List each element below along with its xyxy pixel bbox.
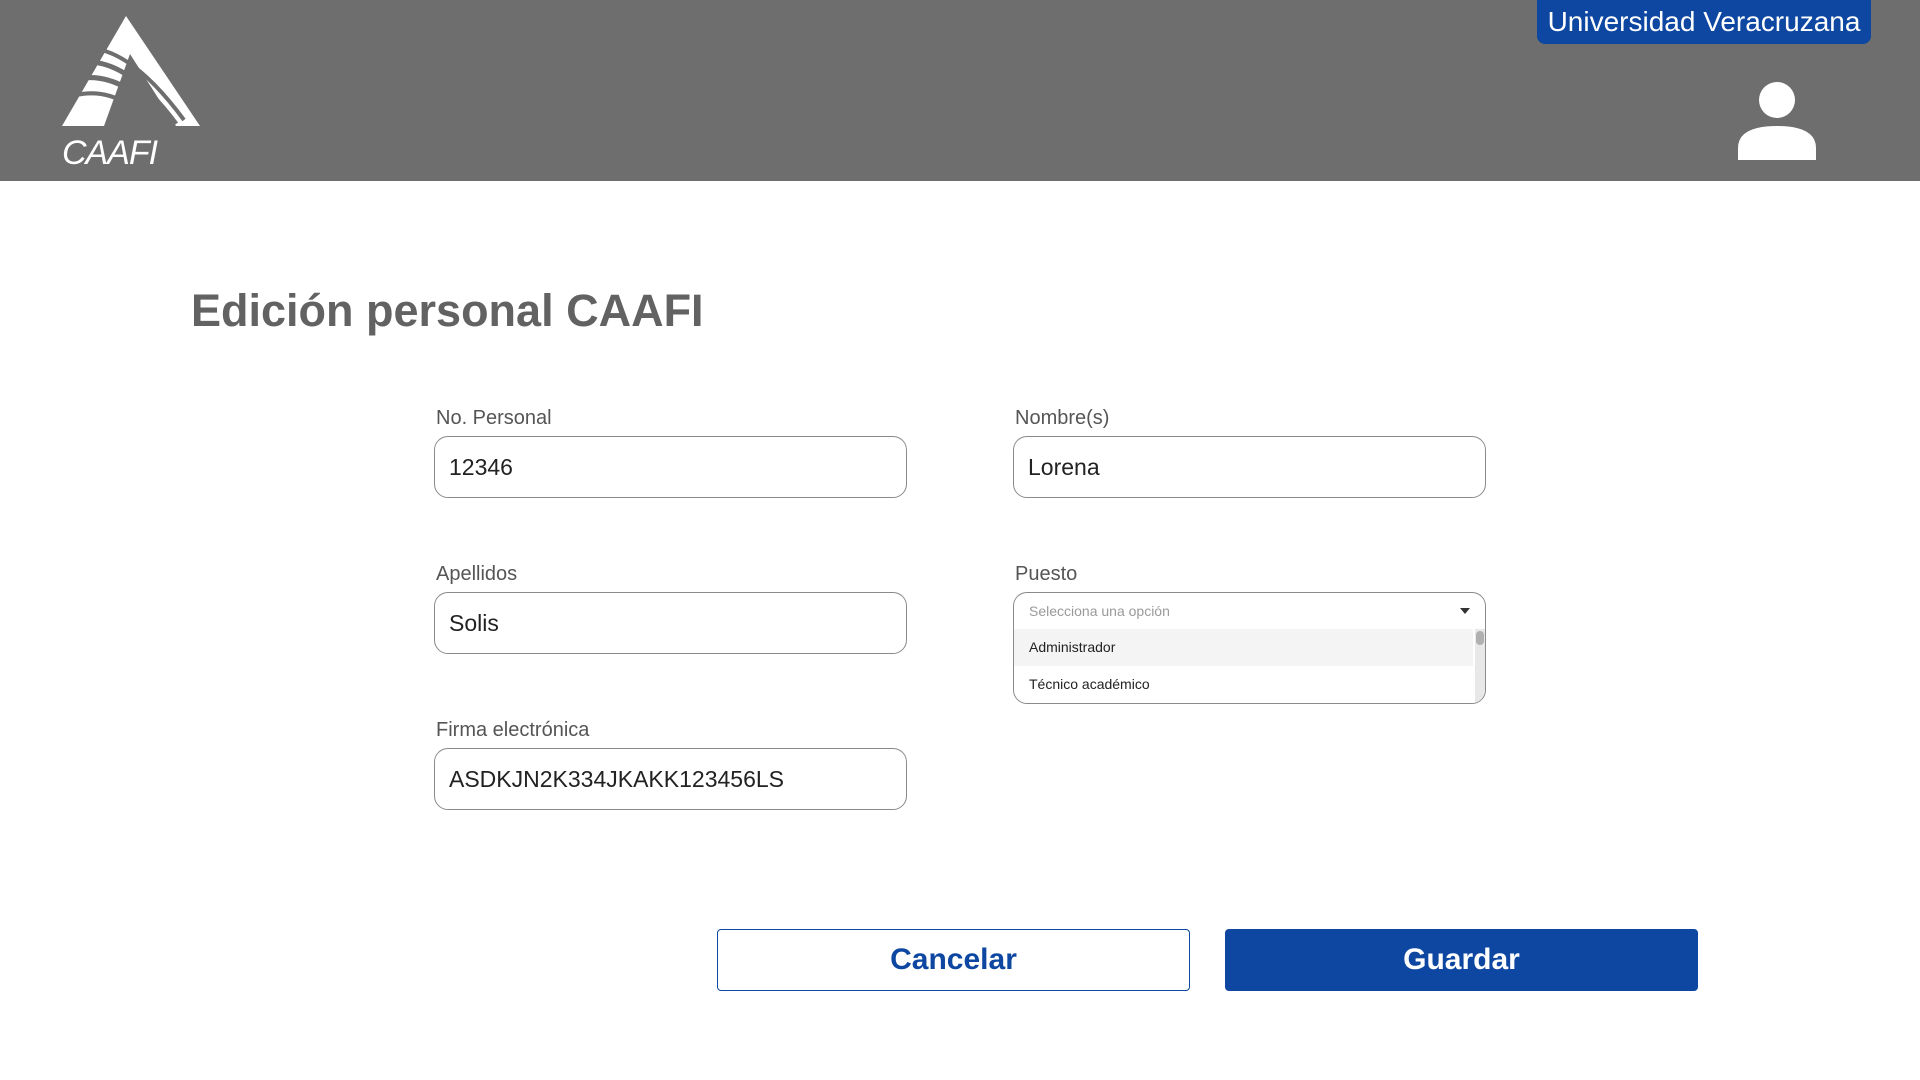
page-title: Edición personal CAAFI <box>191 285 704 336</box>
university-badge[interactable]: Universidad Veracruzana <box>1537 0 1871 44</box>
option-tecnico-academico[interactable]: Técnico académico <box>1014 666 1473 703</box>
no-personal-input[interactable] <box>434 436 907 498</box>
puesto-label: Puesto <box>1015 563 1078 585</box>
firma-input[interactable] <box>434 748 907 810</box>
nombres-input[interactable] <box>1013 436 1486 498</box>
app-header: CAAFI Universidad Veracruzana <box>0 0 1920 181</box>
puesto-options-list[interactable]: Administrador Técnico académico <box>1014 629 1485 703</box>
options-scrollbar[interactable] <box>1475 629 1485 703</box>
puesto-select-head[interactable]: Selecciona una opción <box>1014 593 1485 629</box>
option-administrador[interactable]: Administrador <box>1014 629 1473 666</box>
user-icon[interactable] <box>1738 82 1816 160</box>
firma-label: Firma electrónica <box>436 719 590 741</box>
nombres-label: Nombre(s) <box>1015 407 1110 429</box>
chevron-down-icon[interactable] <box>1460 608 1470 614</box>
puesto-placeholder: Selecciona una opción <box>1029 603 1170 619</box>
apellidos-label: Apellidos <box>436 563 518 585</box>
apellidos-input[interactable] <box>434 592 907 654</box>
scrollbar-thumb[interactable] <box>1476 631 1484 645</box>
caafi-logo: CAAFI <box>58 16 204 172</box>
save-button[interactable]: Guardar <box>1225 929 1698 991</box>
puesto-select[interactable]: Selecciona una opción Administrador Técn… <box>1013 592 1486 704</box>
caafi-logo-mark <box>58 16 200 130</box>
logo-text: CAAFI <box>62 134 158 172</box>
cancel-button[interactable]: Cancelar <box>717 929 1190 991</box>
no-personal-label: No. Personal <box>436 407 552 429</box>
